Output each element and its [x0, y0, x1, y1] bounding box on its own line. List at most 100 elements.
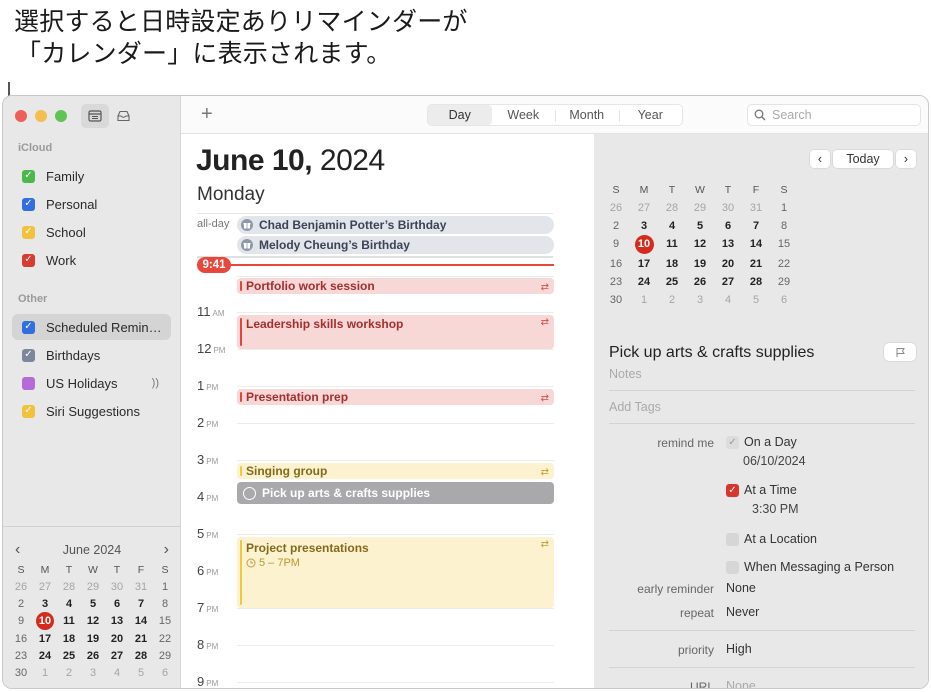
inbox-button[interactable] [109, 104, 137, 128]
at-a-location-checkbox[interactable] [726, 532, 739, 546]
calendar-day[interactable]: 4 [57, 596, 81, 612]
reminder-date[interactable]: 06/10/2024 [743, 454, 806, 468]
calendar-item-family[interactable]: ✓ Family [12, 163, 171, 189]
calendar-day[interactable]: 8 [153, 596, 177, 612]
calendar-day[interactable]: 28 [742, 274, 770, 290]
calendar-day[interactable]: 2 [602, 218, 630, 234]
next-day-button[interactable]: › [896, 150, 916, 168]
calendar-day[interactable]: 21 [129, 631, 153, 647]
calendar-day[interactable]: 1 [153, 579, 177, 595]
calendar-day-today[interactable]: 10 [634, 235, 654, 254]
event-presentation-prep[interactable]: Presentation prep ⇄ [237, 389, 554, 405]
reminder-event-pick-up-supplies[interactable]: Pick up arts & crafts supplies [237, 482, 554, 504]
calendar-day[interactable]: 27 [630, 200, 658, 216]
calendar-day[interactable]: 11 [57, 613, 81, 629]
minimize-button[interactable] [35, 110, 47, 122]
when-messaging-option[interactable]: When Messaging a Person [726, 560, 894, 574]
calendar-item-siri-suggestions[interactable]: ✓ Siri Suggestions [12, 398, 171, 424]
at-a-location-option[interactable]: At a Location [726, 532, 817, 546]
checkbox-birthdays[interactable]: ✓ [22, 348, 35, 362]
zoom-button[interactable] [55, 110, 67, 122]
calendar-day[interactable]: 16 [9, 631, 33, 647]
calendar-day[interactable]: 9 [9, 613, 33, 629]
calendar-day[interactable]: 18 [57, 631, 81, 647]
at-a-time-option[interactable]: ✓ At a Time [726, 483, 797, 497]
calendar-day[interactable]: 19 [686, 256, 714, 272]
checkbox-school[interactable]: ✓ [22, 225, 35, 239]
calendar-day[interactable]: 25 [57, 648, 81, 664]
mini-next-month-button[interactable]: › [164, 541, 169, 559]
checkbox-us-holidays[interactable] [22, 376, 35, 390]
calendar-day[interactable]: 26 [686, 274, 714, 290]
calendar-day[interactable]: 7 [742, 218, 770, 234]
calendar-day[interactable]: 29 [686, 200, 714, 216]
checkbox-personal[interactable]: ✓ [22, 197, 35, 211]
early-reminder-value[interactable]: None [726, 581, 756, 595]
calendar-day[interactable]: 29 [770, 274, 798, 290]
calendar-day[interactable]: 6 [105, 596, 129, 612]
url-value[interactable]: None [726, 679, 756, 688]
calendar-day[interactable]: 1 [630, 292, 658, 308]
calendar-day[interactable]: 2 [57, 665, 81, 681]
today-button[interactable]: Today [833, 150, 893, 168]
calendar-day[interactable]: 13 [714, 236, 742, 252]
on-a-day-checkbox[interactable]: ✓ [726, 435, 739, 449]
calendar-day[interactable]: 7 [129, 596, 153, 612]
calendar-day[interactable]: 4 [105, 665, 129, 681]
calendar-day[interactable]: 12 [81, 613, 105, 629]
calendar-day[interactable]: 2 [9, 596, 33, 612]
calendar-day[interactable]: 1 [33, 665, 57, 681]
checkbox-siri-suggestions[interactable]: ✓ [22, 404, 35, 418]
event-project-presentations[interactable]: Project presentations ⇄ 5 – 7PM [237, 537, 554, 608]
on-a-day-option[interactable]: ✓ On a Day [726, 435, 797, 449]
calendar-day-today[interactable]: 10 [36, 612, 54, 630]
calendar-day[interactable]: 30 [602, 292, 630, 308]
calendar-day[interactable]: 4 [714, 292, 742, 308]
calendar-day[interactable]: 28 [658, 200, 686, 216]
calendar-item-scheduled-reminders[interactable]: ✓ Scheduled Remin… [12, 314, 171, 340]
calendar-day[interactable]: 14 [129, 613, 153, 629]
calendar-day[interactable]: 26 [602, 200, 630, 216]
calendar-day[interactable]: 16 [602, 256, 630, 272]
calendar-day[interactable]: 17 [33, 631, 57, 647]
calendar-day[interactable]: 31 [129, 579, 153, 595]
calendar-day[interactable]: 19 [81, 631, 105, 647]
calendar-day[interactable]: 30 [714, 200, 742, 216]
calendar-day[interactable]: 24 [33, 648, 57, 664]
calendar-item-personal[interactable]: ✓ Personal [12, 191, 171, 217]
calendar-day[interactable]: 3 [630, 218, 658, 234]
repeat-value[interactable]: Never [726, 605, 759, 619]
tags-field[interactable]: Add Tags [609, 400, 661, 414]
calendar-day[interactable]: 29 [81, 579, 105, 595]
calendar-day[interactable]: 15 [770, 236, 798, 252]
calendar-day[interactable]: 12 [686, 236, 714, 252]
calendar-list-button[interactable] [81, 104, 109, 128]
calendar-day[interactable]: 23 [9, 648, 33, 664]
calendar-day[interactable]: 15 [153, 613, 177, 629]
calendar-day[interactable]: 11 [658, 236, 686, 252]
add-event-button[interactable]: + [201, 103, 213, 126]
checkbox-work[interactable]: ✓ [22, 253, 35, 267]
tab-day[interactable]: Day [428, 105, 492, 125]
calendar-day[interactable]: 31 [742, 200, 770, 216]
event-leadership-skills-workshop[interactable]: Leadership skills workshop ⇄ [237, 315, 554, 349]
event-portfolio-work-session[interactable]: Portfolio work session ⇄ [237, 278, 554, 294]
checkbox-family[interactable]: ✓ [22, 169, 35, 183]
calendar-day[interactable]: 30 [105, 579, 129, 595]
prev-day-button[interactable]: ‹ [810, 150, 830, 168]
calendar-day[interactable]: 29 [153, 648, 177, 664]
calendar-day[interactable]: 4 [658, 218, 686, 234]
event-singing-group[interactable]: Singing group ⇄ [237, 463, 554, 479]
calendar-day[interactable]: 27 [714, 274, 742, 290]
calendar-day[interactable]: 24 [630, 274, 658, 290]
calendar-day[interactable]: 5 [129, 665, 153, 681]
calendar-day[interactable]: 26 [9, 579, 33, 595]
reminder-complete-circle[interactable] [243, 486, 256, 500]
calendar-day[interactable]: 14 [742, 236, 770, 252]
calendar-day[interactable]: 27 [33, 579, 57, 595]
priority-value[interactable]: High [726, 642, 752, 656]
calendar-day[interactable]: 13 [105, 613, 129, 629]
notes-field[interactable]: Notes [609, 367, 642, 381]
calendar-day[interactable]: 28 [57, 579, 81, 595]
reminder-time[interactable]: 3:30 PM [752, 502, 799, 516]
